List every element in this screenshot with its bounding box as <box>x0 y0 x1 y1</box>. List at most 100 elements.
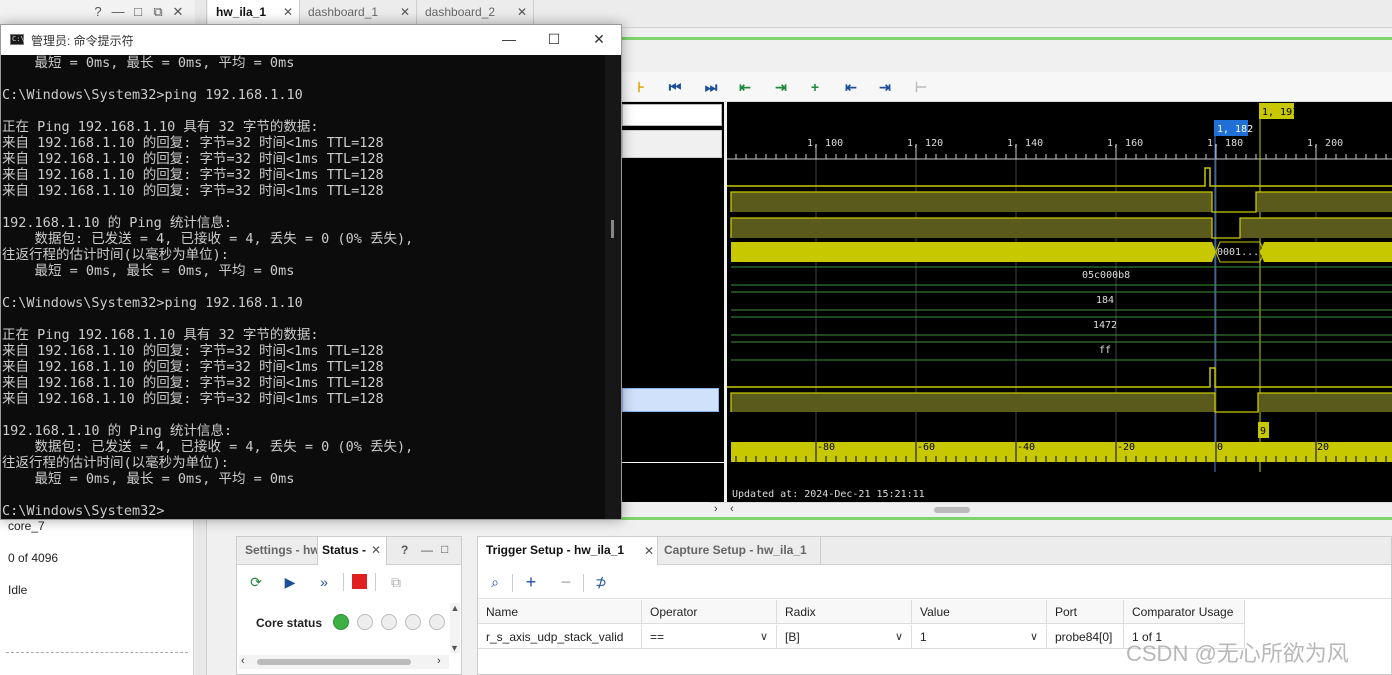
close-icon[interactable]: ✕ <box>517 0 527 24</box>
add-icon[interactable]: + <box>522 573 540 591</box>
prev-marker-icon[interactable]: ⇤ <box>842 78 860 96</box>
close-icon[interactable]: ✕ <box>283 0 293 24</box>
capture-icon: ⧉ <box>391 574 401 590</box>
tab-dashboard-1[interactable]: dashboard_1 ✕ <box>300 0 417 26</box>
minimize-icon[interactable]: — <box>110 4 126 20</box>
core-state: Idle <box>8 583 28 597</box>
cmd-line <box>2 487 605 503</box>
column-header-value[interactable]: Value <box>912 600 1047 624</box>
tick-label: 1, 200 <box>1307 138 1343 149</box>
close-icon[interactable]: ✕ <box>400 0 410 24</box>
column-header-radix[interactable]: Radix <box>777 600 912 624</box>
waveform-viewer[interactable]: 1, 100 1, 120 1, 140 1, 160 1, 180 1, 20… <box>727 102 1392 502</box>
swap-cursors-icon: ⊢ <box>914 79 928 95</box>
tick-label: -80 <box>817 442 835 453</box>
chevron-down-icon[interactable]: ∨ <box>760 625 768 649</box>
scroll-thumb[interactable] <box>611 220 614 238</box>
cmd-line: 来自 192.168.1.10 的回复: 字节=32 时间<1ms TTL=12… <box>2 151 384 167</box>
maximize-icon[interactable]: ☐ <box>542 29 566 49</box>
core-status-label: Core status <box>256 616 323 630</box>
signal-name-header <box>622 130 722 158</box>
next-transition-icon[interactable]: ⇥ <box>772 78 790 96</box>
run-immediate-icon[interactable]: » <box>315 573 333 591</box>
tick-label: 1, 120 <box>907 138 943 149</box>
tab-capture-setup[interactable]: Capture Setup - hw_ila_1 <box>664 543 807 557</box>
cmd-line: C:\Windows\System32> <box>2 503 165 519</box>
radix-select[interactable]: [B] ∨ <box>777 625 912 649</box>
float-icon[interactable]: ⧉ <box>150 4 166 20</box>
chevron-down-icon[interactable]: ∨ <box>1030 625 1038 649</box>
scroll-right-icon[interactable]: › <box>714 503 718 515</box>
cmd-window[interactable]: C:\ 管理员: 命令提示符 — ☐ ✕ 最短 = 0ms, 最长 = 0ms,… <box>0 24 622 520</box>
selected-signal-row[interactable] <box>622 388 719 412</box>
go-to-end-icon[interactable]: ⏭ <box>702 78 720 96</box>
cmd-line: 往返行程的估计时间(以毫秒为单位): <box>2 455 229 471</box>
divider <box>512 574 513 592</box>
waveform-scrollbar[interactable]: › ‹ <box>710 502 1392 516</box>
go-to-start-icon[interactable]: ⏮ <box>666 78 684 96</box>
scroll-left-icon[interactable]: ‹ <box>730 503 734 515</box>
value-select[interactable]: 1 ∨ <box>912 625 1047 649</box>
operator-select[interactable]: == ∨ <box>642 625 777 649</box>
help-icon[interactable]: ? <box>401 543 408 557</box>
minimize-icon[interactable]: — <box>421 543 433 557</box>
scroll-right-icon[interactable]: › <box>437 655 441 667</box>
chevron-down-icon[interactable]: ∨ <box>895 625 903 649</box>
column-header-operator[interactable]: Operator <box>642 600 777 624</box>
horizontal-scrollbar[interactable]: ‹ › <box>239 655 449 669</box>
scroll-down-icon[interactable]: ▼ <box>450 643 459 653</box>
signal-search-input[interactable] <box>622 104 722 126</box>
add-marker-icon[interactable]: + <box>806 78 824 96</box>
maximize-icon[interactable]: □ <box>130 4 146 20</box>
stop-icon[interactable] <box>352 574 367 589</box>
tab-status[interactable]: Status - <box>322 543 366 557</box>
cmd-line: 来自 192.168.1.10 的回复: 字节=32 时间<1ms TTL=12… <box>2 183 384 199</box>
trigger-probe-name[interactable]: r_s_axis_udp_stack_valid <box>478 625 642 649</box>
cmd-output[interactable]: 最短 = 0ms, 最长 = 0ms, 平均 = 0ms C:\Windows\S… <box>1 55 605 519</box>
tab-settings[interactable]: Settings - hw <box>245 543 319 557</box>
divider <box>343 573 344 591</box>
tick-label: 0 <box>1217 442 1223 453</box>
search-icon[interactable]: ⌕ <box>486 573 504 591</box>
cmd-scrollbar[interactable] <box>605 55 621 519</box>
signal-value: ff <box>1099 345 1111 356</box>
signal-name-footer <box>622 462 724 502</box>
run-trigger-icon[interactable]: ▶ <box>281 573 299 591</box>
hardware-panel-titlebar: ? — □ ⧉ ✕ <box>0 0 194 26</box>
marker-icon[interactable]: ⊦ <box>632 78 650 96</box>
scroll-left-icon[interactable]: ‹ <box>241 655 245 667</box>
status-tabs: Settings - hw Status - ✕ ? — □ <box>237 537 461 565</box>
updated-text: Updated at: 2024-Dec-21 15:21:11 <box>732 489 925 500</box>
cmd-titlebar[interactable]: C:\ 管理员: 命令提示符 — ☐ ✕ <box>1 25 621 55</box>
cmd-line: 正在 Ping 192.168.1.10 具有 32 字节的数据: <box>2 119 319 135</box>
signal-name-panel <box>622 102 724 502</box>
close-icon[interactable]: ✕ <box>170 4 186 20</box>
status-toolbar: ⟳ ▶ » ⧉ <box>237 567 461 597</box>
scroll-thumb[interactable] <box>257 659 411 665</box>
cmd-line: C:\Windows\System32>ping 192.168.1.10 <box>2 87 303 103</box>
refresh-icon[interactable]: ⟳ <box>247 573 265 591</box>
value-value: 1 <box>920 630 927 644</box>
status-dot <box>357 614 373 630</box>
trigger-condition-icon[interactable]: ⊅ <box>592 573 610 591</box>
close-icon[interactable]: ✕ <box>371 543 381 557</box>
prev-transition-icon[interactable]: ⇤ <box>736 78 754 96</box>
trigger-tabs: Trigger Setup - hw_ila_1 ✕ Capture Setup… <box>478 537 1391 565</box>
cmd-line: 最短 = 0ms, 最长 = 0ms, 平均 = 0ms <box>2 55 295 71</box>
scroll-thumb[interactable] <box>934 507 970 513</box>
maximize-icon[interactable]: □ <box>441 542 448 556</box>
minimize-icon[interactable]: — <box>497 29 521 49</box>
tab-trigger-setup[interactable]: Trigger Setup - hw_ila_1 <box>486 543 624 557</box>
column-header-port[interactable]: Port <box>1047 600 1124 624</box>
cmd-line: C:\Windows\System32>ping 192.168.1.10 <box>2 295 303 311</box>
next-marker-icon[interactable]: ⇥ <box>876 78 894 96</box>
tab-hw-ila-1[interactable]: hw_ila_1 ✕ <box>208 0 300 26</box>
close-icon[interactable]: ✕ <box>587 29 611 49</box>
cmd-line <box>2 71 605 87</box>
help-icon[interactable]: ? <box>90 4 106 20</box>
column-header-usage[interactable]: Comparator Usage <box>1124 600 1245 624</box>
tab-dashboard-2[interactable]: dashboard_2 ✕ <box>417 0 534 26</box>
close-icon[interactable]: ✕ <box>644 544 654 558</box>
tick-label: 20 <box>1317 442 1329 453</box>
column-header-name[interactable]: Name <box>478 600 642 624</box>
